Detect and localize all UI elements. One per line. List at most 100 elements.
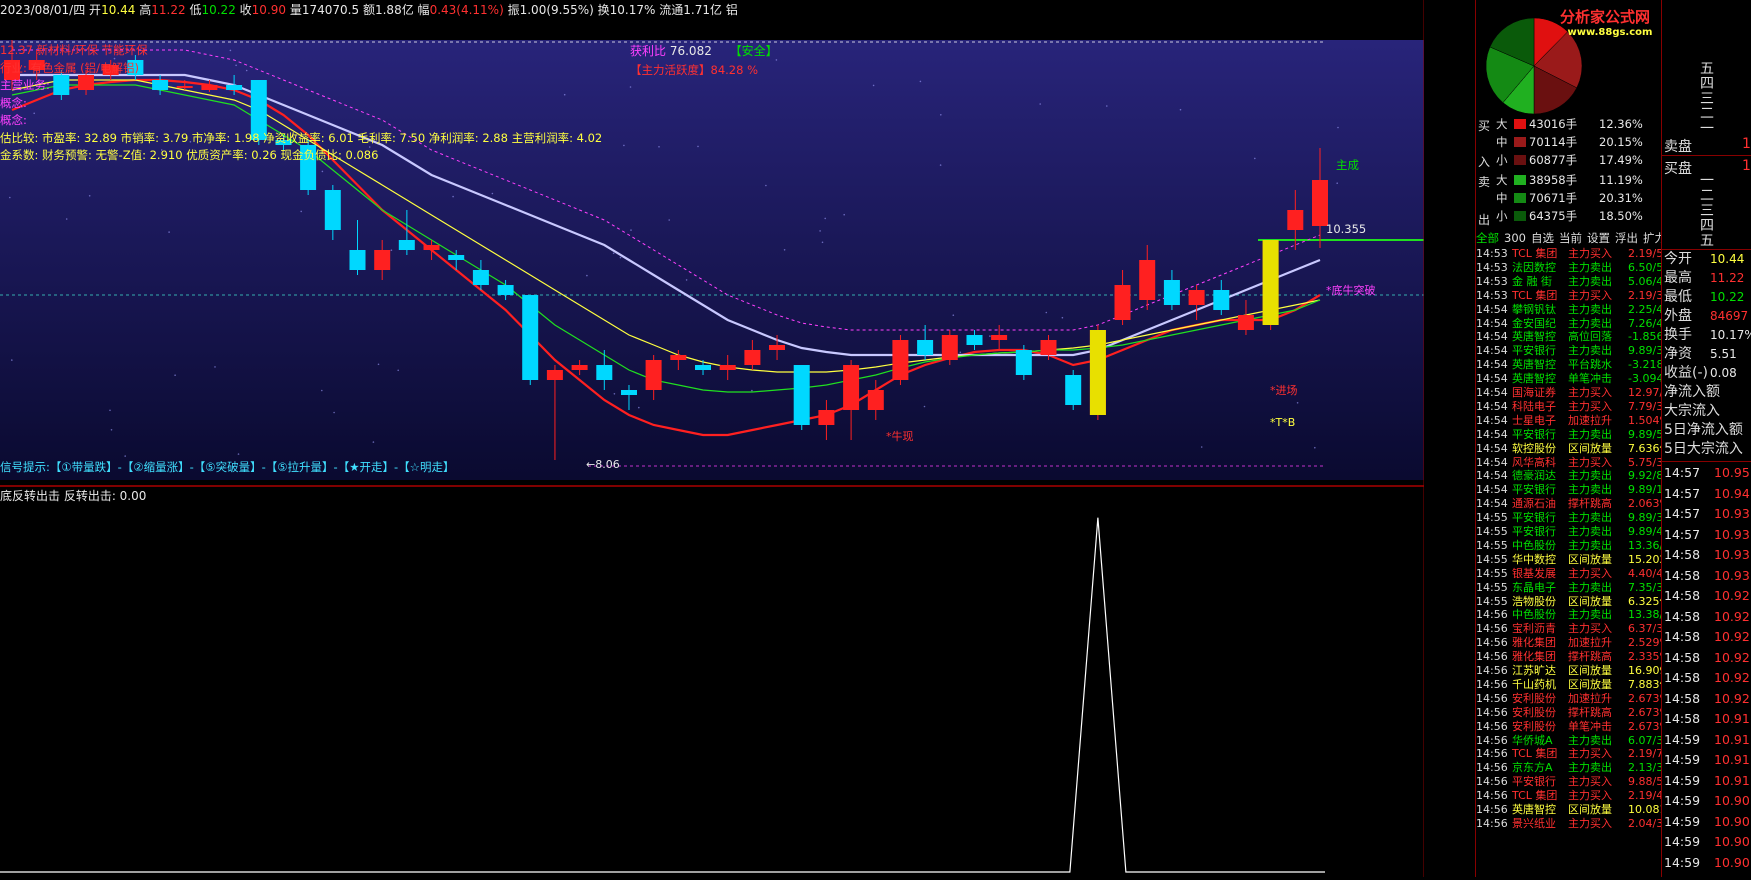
ticker-row[interactable]: 14:56 雅化集团 撑杆跳高 2.335%: [1476, 650, 1670, 664]
ticker-action: 主力买入: [1568, 789, 1612, 803]
fundamental-info: 12.37 新材料/环保 节能环保 行业: 有色金属 (铝/电解铝) 主营业务:…: [0, 42, 602, 165]
ticker-row[interactable]: 14:53 法因数控 主力卖出 6.50/51: [1476, 261, 1670, 275]
ticker-time: 14:56: [1476, 816, 1508, 830]
ticker-row[interactable]: 14:56 华侨城A 主力卖出 6.07/35: [1476, 734, 1670, 748]
ticker-row[interactable]: 14:54 英唐智控 高位回落 -1.856%: [1476, 330, 1674, 344]
ticker-row[interactable]: 14:55 东晶电子 主力卖出 7.35/35: [1476, 581, 1670, 595]
trade-time: 14:59: [1664, 834, 1701, 849]
chart-area[interactable]: 12.5012.2512.0011.7511.5011.2511.0010.75…: [0, 0, 1467, 877]
ticker-time: 14:56: [1476, 705, 1508, 719]
toolbar-button-0[interactable]: 全部: [1476, 231, 1499, 245]
ticker-name: 平安银行: [1512, 525, 1556, 538]
ticker-row[interactable]: 14:53 金 融 街主力卖出 5.06/40: [1476, 275, 1670, 289]
buy-levels: 一二三四五: [1700, 174, 1714, 249]
candle[interactable]: [793, 365, 810, 430]
flow-volume: 64375手: [1529, 209, 1578, 223]
signal-candle: [1262, 240, 1279, 325]
star-dot: [1179, 108, 1182, 111]
ticker-row[interactable]: 14:54 软控股份 区间放量 7.636倍: [1476, 441, 1671, 456]
ticker-name: 安利股份: [1512, 705, 1556, 719]
candle[interactable]: [522, 295, 539, 385]
toolbar-button-1[interactable]: 300: [1504, 231, 1526, 245]
ticker-row[interactable]: 14:54 科陆电子 主力买入 7.79/30: [1476, 400, 1670, 414]
candle-body: [1139, 260, 1156, 300]
ticker-toolbar[interactable]: 全部 300 自选 当前 设置 浮出 扩力: [1476, 230, 1666, 245]
ticker-row[interactable]: 14:56 雅化集团 加速拉升 2.529%: [1476, 636, 1670, 650]
ticker-row[interactable]: 14:56 江苏旷达 区间放量 16.909倍: [1476, 664, 1678, 678]
ticker-row[interactable]: 14:54 士星电子 加速拉升 1.504%: [1476, 414, 1670, 428]
ticker-row[interactable]: 14:55 华中数控 区间放量 15.202倍: [1476, 553, 1678, 567]
trade-row: 14:58 10.92: [1664, 689, 1750, 709]
flow-size: 中: [1496, 191, 1508, 205]
buy-level: 三: [1700, 203, 1714, 219]
sell-book-label: 卖盘: [1664, 139, 1692, 155]
ticker-row[interactable]: 14:56 宝利沥青 主力买入 6.37/31: [1476, 622, 1670, 636]
ticker-row[interactable]: 14:56 京东方A 主力卖出 2.13/36: [1476, 761, 1670, 775]
ticker-row[interactable]: 14:54 平安银行 主力卖出 9.89/32: [1476, 344, 1670, 358]
ticker-row[interactable]: 14:54 德豪润达 主力卖出 9.92/80: [1476, 469, 1670, 483]
ticker-row[interactable]: 14:53 TCL 集团 主力买入 2.19/37: [1476, 288, 1670, 303]
ticker-action: 主力买入: [1568, 775, 1612, 789]
ticker-row[interactable]: 14:55 银基发展 主力买入 4.40/40: [1476, 566, 1670, 581]
ticker-row[interactable]: 14:56 千山药机 区间放量 7.883倍: [1476, 678, 1671, 692]
candle-body: [448, 255, 465, 260]
in-side-label: 入: [1478, 155, 1491, 169]
ticker-row[interactable]: 14:56 安利股份 单笔冲击 2.673%: [1476, 720, 1670, 734]
ticker-row[interactable]: 14:54 风华高科 主力买入 5.75/37: [1476, 456, 1670, 470]
ticker-name: 平安银行: [1512, 775, 1556, 789]
stat-row: 大宗流入: [1664, 402, 1720, 421]
info-line-1: 12.37 新材料/环保 节能环保: [0, 43, 148, 57]
change-value: 0.43(4.11%): [429, 3, 504, 17]
candle[interactable]: [1015, 345, 1032, 380]
stat-key: 大宗流入: [1664, 403, 1720, 419]
ticker-row[interactable]: 14:54 平安银行 主力卖出 9.89/12: [1476, 483, 1670, 497]
ticker-row[interactable]: 14:56 景兴纸业 主力买入 2.04/31: [1476, 816, 1670, 831]
ticker-row[interactable]: 14:54 金安国纪 主力卖出 7.26/40: [1476, 317, 1670, 331]
stat-key: 今开: [1664, 251, 1692, 267]
ticker-time: 14:54: [1476, 441, 1508, 455]
ticker-action: 撑杆跳高: [1568, 650, 1612, 664]
ticker-name: TCL 集团: [1512, 288, 1558, 302]
ticker-row[interactable]: 14:54 英唐智控 平台跳水 -3.218%: [1476, 358, 1674, 372]
stat-row: 换手 10.17%: [1664, 326, 1751, 345]
toolbar-button-2[interactable]: 自选: [1531, 231, 1554, 245]
ticker-name: 银基发展: [1512, 566, 1556, 580]
star-dot: [9, 196, 11, 199]
ticker-time: 14:54: [1476, 330, 1508, 344]
ticker-row[interactable]: 14:56 安利股份 撑杆跳高 2.673%: [1476, 705, 1670, 720]
ticker-row[interactable]: 14:54 攀钢钒钛 主力卖出 2.25/40: [1476, 303, 1670, 317]
candle[interactable]: [941, 330, 958, 365]
ticker-row[interactable]: 14:56 平安银行 主力买入 9.88/50: [1476, 775, 1670, 789]
toolbar-button-5[interactable]: 浮出: [1615, 231, 1638, 245]
ticker-row[interactable]: 14:55 平安银行 主力卖出 9.89/39: [1476, 511, 1670, 525]
ticker-row[interactable]: 14:55 中色股份 主力卖出 13.36/3: [1476, 539, 1670, 553]
sell-side-label: 卖: [1478, 175, 1491, 189]
ticker-row[interactable]: 14:53 TCL 集团 主力买入 2.19/50: [1476, 247, 1670, 261]
ticker-row[interactable]: 14:56 安利股份 加速拉升 2.673%: [1476, 691, 1670, 706]
candle[interactable]: [892, 335, 909, 385]
ticker-action: 加速拉升: [1568, 636, 1612, 650]
amplitude-label: 振: [507, 3, 520, 17]
ticker-row[interactable]: 14:55 平安银行 主力卖出 9.89/42: [1476, 525, 1670, 539]
toolbar-button-4[interactable]: 设置: [1587, 231, 1610, 245]
ticker-row[interactable]: 14:56 中色股份 主力卖出 13.38/3: [1476, 608, 1670, 622]
stat-row: 5日净流入额: [1664, 421, 1743, 440]
ticker-name: TCL 集团: [1512, 789, 1558, 803]
ticker-row[interactable]: 14:54 英唐智控 单笔冲击 -3.094%: [1476, 372, 1674, 386]
candle[interactable]: [1065, 370, 1082, 410]
toolbar-button-3[interactable]: 当前: [1559, 231, 1582, 245]
stat-row: 收益(-) 0.08: [1664, 364, 1737, 383]
ticker-row[interactable]: 14:56 TCL 集团 主力买入 2.19/45: [1476, 789, 1670, 803]
star-dot: [333, 411, 335, 414]
star-dot: [372, 441, 375, 443]
star-dot: [919, 80, 922, 83]
turnover-label: 换: [597, 3, 610, 17]
ticker-row[interactable]: 14:54 通源石油 撑杆跳高 2.063%: [1476, 497, 1670, 511]
candle-body: [793, 365, 810, 425]
ticker-row[interactable]: 14:56 TCL 集团 主力买入 2.19/74: [1476, 747, 1670, 761]
ticker-row[interactable]: 14:54 国海证券 主力买入 12.97/3: [1476, 386, 1670, 400]
ticker-row[interactable]: 14:54 平安银行 主力卖出 9.89/52: [1476, 428, 1670, 442]
ticker-row[interactable]: 14:55 浩物股份 区间放量 6.325倍: [1476, 595, 1671, 609]
ticker-action: 加速拉升: [1568, 691, 1612, 705]
ticker-row[interactable]: 14:56 英唐智控 区间放量 10.081倍: [1476, 803, 1678, 817]
